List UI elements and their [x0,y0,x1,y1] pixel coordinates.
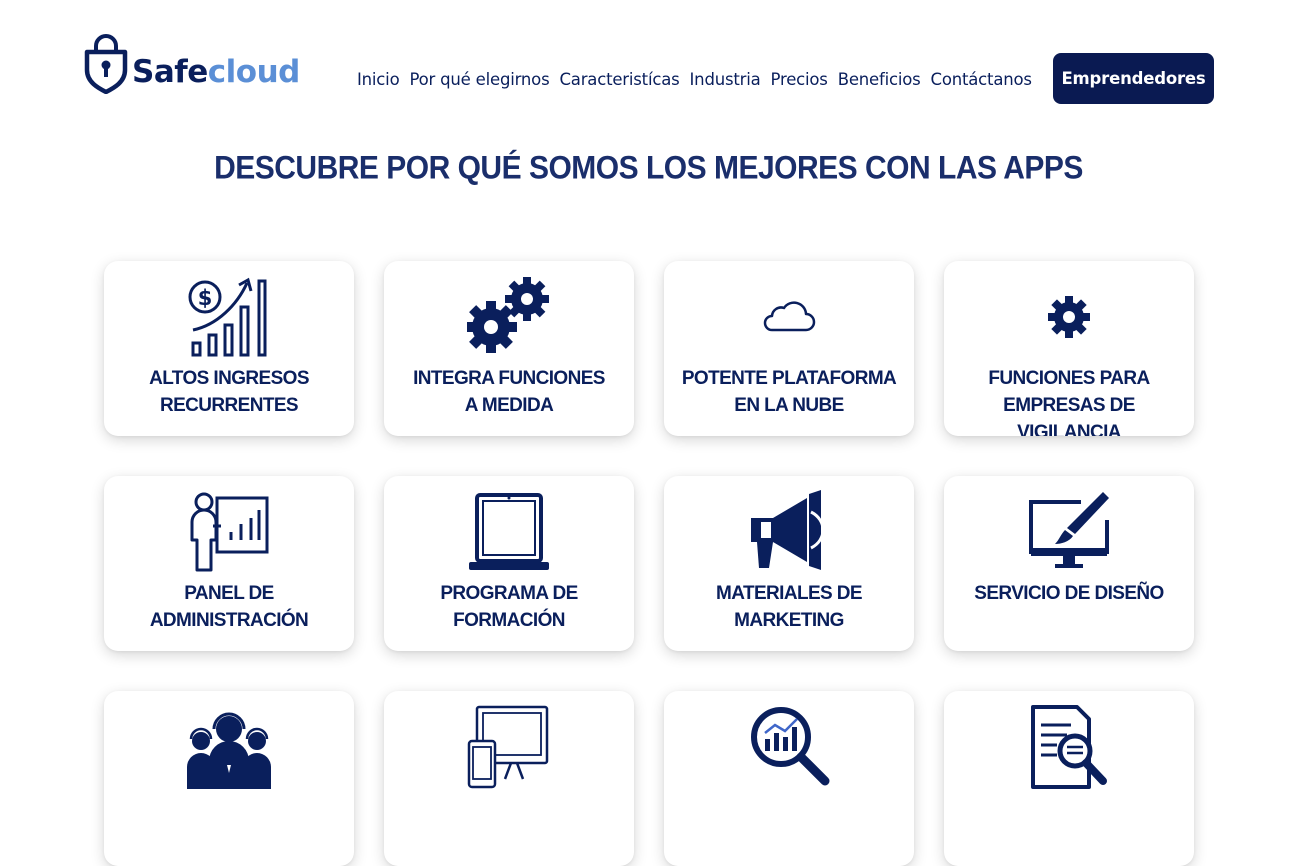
brand-wordmark: Safecloud [132,52,300,92]
analytics-search-icon [751,707,830,786]
brand-name-part1: Safe [132,54,208,90]
nav-link-precios[interactable]: Precios [771,70,828,89]
feature-card-security[interactable]: FUNCIONES PARA EMPRESAS DE VIGILANCIA [944,261,1194,436]
megaphone-icon [751,490,825,570]
shield-lock-icon [84,34,128,94]
cloud-icon [763,301,816,332]
feature-card-label: PROGRAMA DE FORMACIÓN [440,583,578,631]
feature-card-integrations[interactable]: INTEGRA FUNCIONES A MEDIDA [384,261,634,436]
brand-logo[interactable]: Safecloud [84,32,300,94]
brand-name-part2: cloud [207,54,301,90]
monitor-brush-icon [1029,492,1109,568]
support-team-icon [187,712,271,789]
gears-icon [467,277,549,353]
laptop-icon [469,493,549,570]
feature-card-cloud[interactable]: POTENTE PLATAFORMA EN LA NUBE [664,261,914,436]
nav-link-por-que-elegirnos[interactable]: Por qué elegirnos [409,70,549,89]
revenue-growth-icon: $ [188,277,267,357]
feature-card-reports[interactable] [944,691,1194,866]
gear-icon [1048,296,1090,338]
features-grid: $ ALTOS INGRESOS RECURRENTES INTEGRA FUN… [104,261,1194,866]
nav-link-caracteristicas[interactable]: Caracteristícas [559,70,679,89]
emprendedores-button[interactable]: Emprendedores [1053,53,1214,104]
feature-card-label: INTEGRA FUNCIONES A MEDIDA [413,368,605,416]
feature-card-label: POTENTE PLATAFORMA EN LA NUBE [681,368,897,416]
nav-link-inicio[interactable]: Inicio [357,70,400,89]
section-headline: DESCUBRE POR QUÉ SOMOS LOS MEJORES CON L… [214,150,1083,187]
feature-card-label: MATERIALES DE MARKETING [716,583,863,631]
feature-card-label: SERVICIO DE DISEÑO [974,583,1164,604]
feature-card-support[interactable] [104,691,354,866]
main-nav: Inicio Por qué elegirnos Caracteristícas… [357,66,1032,92]
feature-card-training[interactable]: PROGRAMA DE FORMACIÓN [384,476,634,651]
feature-card-label: ALTOS INGRESOS RECURRENTES [149,368,309,416]
feature-card-analytics[interactable] [664,691,914,866]
presenter-chart-icon [190,492,269,572]
feature-card-revenue[interactable]: $ ALTOS INGRESOS RECURRENTES [104,261,354,436]
feature-card-devices[interactable] [384,691,634,866]
devices-icon [467,705,549,789]
nav-link-industria[interactable]: Industria [690,70,761,89]
nav-link-contactanos[interactable]: Contáctanos [931,70,1032,89]
feature-card-label: PANEL DE ADMINISTRACIÓN [149,583,309,631]
feature-card-marketing[interactable]: MATERIALES DE MARKETING [664,476,914,651]
site-header: Safecloud Inicio Por qué elegirnos Carac… [0,0,1315,130]
feature-card-design[interactable]: SERVICIO DE DISEÑO [944,476,1194,651]
feature-card-label: FUNCIONES PARA EMPRESAS DE VIGILANCIA [988,368,1150,436]
nav-link-beneficios[interactable]: Beneficios [838,70,921,89]
svg-text:$: $ [198,286,213,310]
document-search-icon [1031,705,1107,789]
feature-card-admin-panel[interactable]: PANEL DE ADMINISTRACIÓN [104,476,354,651]
